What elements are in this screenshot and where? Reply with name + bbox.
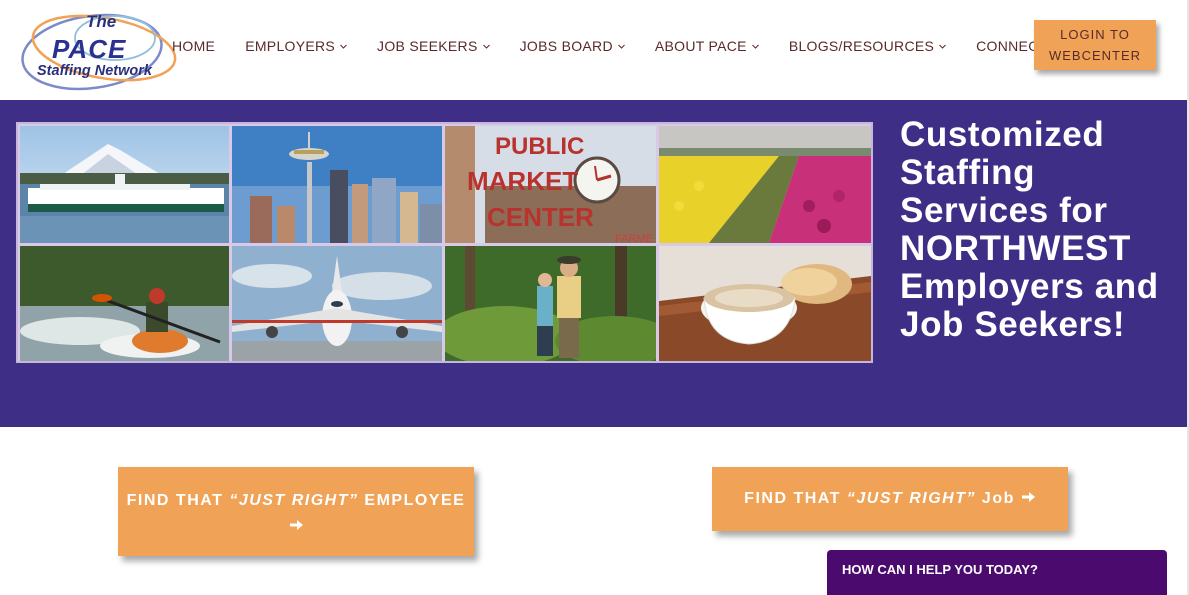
photo-collage: PUBLIC MARKET CENTER FARME [16, 122, 873, 363]
market-sign-line-3: CENTER [487, 202, 594, 232]
hero-title-line-2: Staffing [900, 153, 1036, 192]
nav-item-label: HOME [172, 38, 216, 54]
market-sign-line-2: MARKET [467, 166, 578, 196]
find-employee-button[interactable]: FIND THAT “JUST RIGHT” EMPLOYEE [118, 467, 474, 556]
airplane-photo [232, 246, 442, 361]
hikers-forest-photo [445, 246, 656, 361]
cta-employee-emphasis: “JUST RIGHT” [229, 492, 359, 509]
cta-employee-suffix: EMPLOYEE [358, 492, 466, 509]
arrow-right-icon [289, 518, 304, 532]
hero-title-line-1: Customized [900, 115, 1105, 154]
kayaker-photo [20, 246, 229, 361]
space-needle-skyline-photo [232, 126, 442, 243]
main-nav: HOME EMPLOYERS JOB SEEKERS JOBS BOARD AB… [172, 0, 1089, 92]
chevron-down-icon [939, 43, 946, 50]
chat-widget-button[interactable]: HOW CAN I HELP YOU TODAY? [827, 550, 1167, 595]
chevron-down-icon [482, 43, 490, 50]
nav-item-jobs-board[interactable]: JOBS BOARD [520, 38, 625, 54]
find-job-button[interactable]: FIND THAT “JUST RIGHT” Job [712, 467, 1068, 531]
nav-item-employers[interactable]: EMPLOYERS [245, 38, 347, 54]
nav-item-job-seekers[interactable]: JOB SEEKERS [377, 38, 490, 54]
tulip-field-photo [659, 126, 871, 243]
nav-item-about-pace[interactable]: ABOUT PACE [655, 38, 759, 54]
logo-text-staffing-network: Staffing Network [37, 63, 152, 79]
nav-item-label: ABOUT PACE [654, 38, 747, 54]
nav-item-blogs-resources[interactable]: BLOGS/RESOURCES [789, 38, 946, 54]
hero-title-line-5: Employers and [900, 267, 1159, 306]
chevron-down-icon [340, 43, 347, 50]
login-line-1: LOGIN TO [1060, 27, 1130, 42]
chevron-down-icon [618, 43, 625, 50]
nav-item-label: JOB SEEKERS [377, 38, 478, 54]
market-sign-line-1: PUBLIC [495, 133, 584, 160]
ferry-mountain-photo [20, 126, 229, 243]
hero-title-line-4: NORTHWEST [900, 229, 1131, 268]
pace-logo[interactable]: The PACE Staffing Network [20, 8, 180, 96]
hero-title-line-3: Services for [900, 191, 1108, 230]
hero-title: Customized Staffing Services for NORTHWE… [900, 116, 1180, 344]
nav-item-label: BLOGS/RESOURCES [788, 38, 935, 54]
hero-title-line-6: Job Seekers! [900, 305, 1126, 344]
arrow-right-icon [1021, 490, 1036, 504]
cta-job-suffix: Job [975, 490, 1015, 507]
nav-item-home[interactable]: HOME [172, 38, 215, 54]
login-webcenter-button[interactable]: LOGIN TO WEBCENTER [1034, 20, 1156, 70]
public-market-sign-photo: PUBLIC MARKET CENTER FARME [445, 126, 656, 243]
coffee-pastry-photo [659, 246, 871, 361]
hero-banner: PUBLIC MARKET CENTER FARME Customized St… [0, 100, 1187, 427]
cta-employee-prefix: FIND THAT [126, 492, 230, 509]
login-line-2: WEBCENTER [1048, 48, 1142, 63]
nav-item-label: EMPLOYERS [245, 38, 336, 54]
cta-job-prefix: FIND THAT [744, 490, 847, 507]
site-header: The PACE Staffing Network HOME EMPLOYERS… [0, 0, 1189, 100]
logo-text-pace: PACE [52, 34, 127, 64]
cta-job-emphasis: “JUST RIGHT” [846, 490, 976, 507]
market-sign-sub: FARME [615, 233, 653, 243]
logo-text-the: The [86, 12, 117, 31]
chat-widget-label: HOW CAN I HELP YOU TODAY? [842, 562, 1038, 577]
nav-item-label: JOBS BOARD [519, 38, 613, 54]
chevron-down-icon [751, 43, 759, 50]
